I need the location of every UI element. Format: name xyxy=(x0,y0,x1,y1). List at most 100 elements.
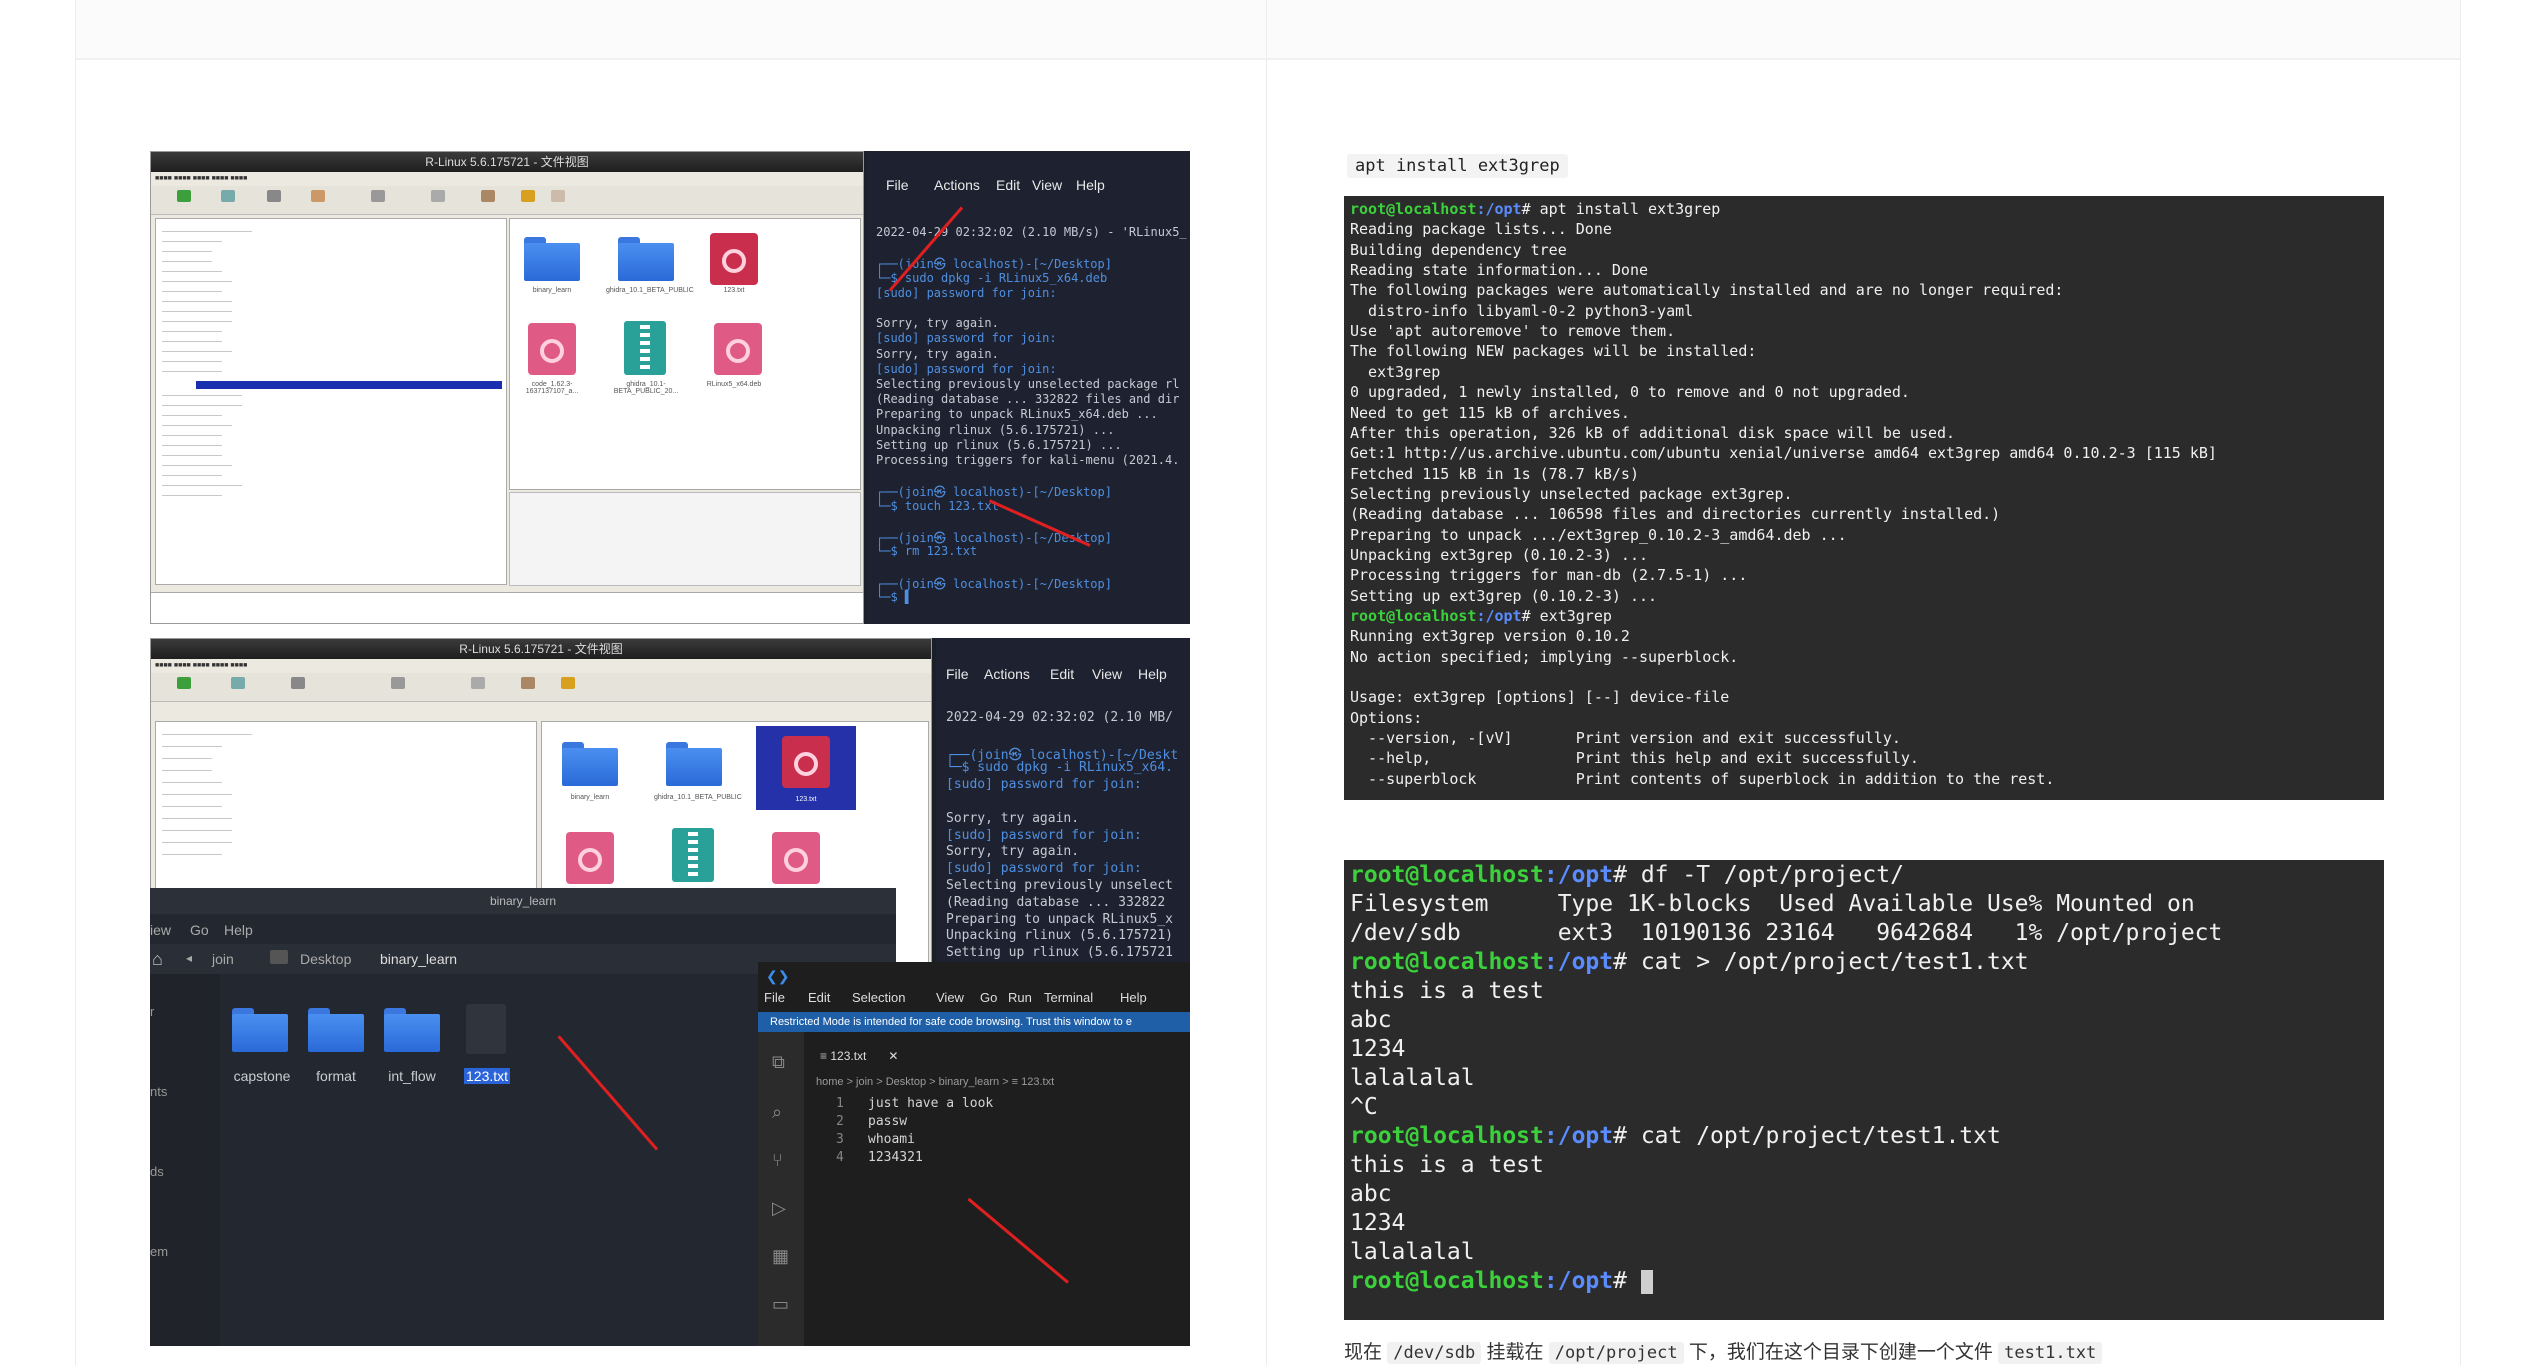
fm-item-capstone[interactable]: capstone xyxy=(222,1068,302,1084)
terminal-line: [sudo] password for join: xyxy=(946,777,1142,793)
terminal-line: abc xyxy=(1350,1007,1392,1033)
code-line: passw xyxy=(868,1114,908,1129)
crumb-desktop[interactable]: Desktop xyxy=(300,951,351,967)
terminal-line: After this operation, 326 kB of addition… xyxy=(1350,423,1956,442)
crumb-binary-learn[interactable]: binary_learn xyxy=(380,951,457,967)
terminal-line: lalalalal xyxy=(1350,1065,1475,1091)
terminal-line: └─$ rm 123.txt xyxy=(876,544,978,559)
vscode-menu-item[interactable]: Run xyxy=(1008,990,1032,1005)
right-border xyxy=(2460,0,2461,1365)
terminal-line: root@localhost:/opt# apt install ext3gre… xyxy=(1350,200,1721,218)
vscode-menu-item[interactable]: Terminal xyxy=(1044,990,1093,1005)
package-icon[interactable] xyxy=(714,323,762,375)
crumb-join[interactable]: join xyxy=(212,951,234,967)
vscode-menu-item[interactable]: Selection xyxy=(852,990,905,1005)
terminal-line: Sorry, try again. xyxy=(876,316,999,331)
folder-icon[interactable] xyxy=(562,742,618,786)
sidebar-item[interactable]: em xyxy=(150,1244,168,1259)
search-icon[interactable]: ⌕ xyxy=(772,1102,782,1123)
term-menu-edit[interactable]: Edit xyxy=(996,177,1020,193)
terminal-line: Processing triggers for man-db (2.7.5-1)… xyxy=(1350,566,1748,585)
zip-icon[interactable] xyxy=(624,321,666,375)
terminal-line: lalalalal xyxy=(1350,1239,1475,1265)
terminal-line: Selecting previously unselected package … xyxy=(876,377,1180,391)
vscode-menu-item[interactable]: File xyxy=(764,990,785,1005)
left-border xyxy=(75,0,76,1365)
terminal-line: 2022-04-29 02:32:02 (2.10 MB/s) - 'RLinu… xyxy=(876,225,1187,239)
terminal-line: (Reading database ... 332822 xyxy=(946,894,1166,910)
term-menu-file[interactable]: File xyxy=(886,177,909,193)
term2-menu-edit[interactable]: Edit xyxy=(1050,666,1074,682)
extensions-icon[interactable]: ▦ xyxy=(772,1246,789,1267)
caption-text: 现在 /dev/sdb 挂载在 /opt/project 下，我们在这个目录下创… xyxy=(1344,1337,2103,1364)
editor-tab[interactable]: ≡ 123.txt ✕ xyxy=(812,1044,922,1068)
terminal-line: abc xyxy=(1350,1181,1392,1207)
package-icon[interactable] xyxy=(528,323,576,375)
terminal-line: root@localhost:/opt# xyxy=(1350,1268,1653,1294)
screenshot-filemanager-vscode: R-Linux 5.6.175721 - 文件视图 ■■■■ ■■■■ ■■■■… xyxy=(150,638,1190,1346)
term2-menu-help[interactable]: Help xyxy=(1138,666,1167,682)
code-line: 1234321 xyxy=(868,1150,923,1165)
run-debug-icon[interactable]: ▷ xyxy=(772,1198,786,1219)
terminal-line: Sorry, try again. xyxy=(946,810,1080,826)
terminal-line: root@localhost:/opt# cat > /opt/project/… xyxy=(1350,949,2029,975)
zip-icon[interactable] xyxy=(672,828,714,882)
package-icon[interactable] xyxy=(566,832,614,884)
vscode-menu-item[interactable]: Help xyxy=(1120,990,1147,1005)
fm-menu-view[interactable]: iew xyxy=(150,922,171,938)
remote-icon[interactable]: ▭ xyxy=(772,1294,789,1315)
fm-item-int-flow[interactable]: int_flow xyxy=(372,1068,452,1084)
terminal-line: --version, -[vV] Print version and exit … xyxy=(1350,729,1901,748)
tree-selected-row[interactable] xyxy=(196,381,502,389)
terminal-line: Options: xyxy=(1350,708,1423,727)
package-icon[interactable] xyxy=(772,832,820,884)
home-icon[interactable]: ⌂ xyxy=(152,949,163,970)
sidebar-item[interactable]: r xyxy=(150,1004,154,1019)
file-label: ghidra_10.1_BETA_PUBLIC xyxy=(654,794,742,801)
fm-item-format[interactable]: format xyxy=(296,1068,376,1084)
fm-menu-help[interactable]: Help xyxy=(224,922,253,938)
column-divider xyxy=(1266,0,1267,1365)
editor-breadcrumb[interactable]: home > join > Desktop > binary_learn > ≡… xyxy=(816,1076,1054,1088)
vscode-menu-item[interactable]: Go xyxy=(980,990,997,1005)
explorer-icon[interactable]: ⧉ xyxy=(772,1052,785,1073)
vscode-menu-item[interactable]: View xyxy=(936,990,964,1005)
vscode-menu-item[interactable]: Edit xyxy=(808,990,830,1005)
term2-menu-file[interactable]: File xyxy=(946,666,969,682)
text-file-icon[interactable] xyxy=(466,1004,506,1054)
terminal-line: └─$ ▌ xyxy=(876,589,913,604)
terminal-line: (Reading database ... 332822 files and d… xyxy=(876,392,1180,407)
folder-icon[interactable] xyxy=(232,1008,288,1052)
source-control-icon[interactable]: ⑂ xyxy=(772,1150,783,1171)
term-menu-view[interactable]: View xyxy=(1032,177,1062,193)
deb-file-icon[interactable] xyxy=(710,233,758,285)
terminal-line: [sudo] password for join: xyxy=(876,331,1057,346)
terminal-line: root@localhost:/opt# cat /opt/project/te… xyxy=(1350,1123,2001,1149)
term-menu-actions[interactable]: Actions xyxy=(934,177,980,193)
terminal-line: Fetched 115 kB in 1s (78.7 kB/s) xyxy=(1350,464,1639,483)
rlinux-toolbar-2 xyxy=(151,673,931,702)
folder-icon[interactable] xyxy=(524,237,580,281)
terminal-line: [sudo] password for join: xyxy=(946,827,1142,843)
sidebar-item[interactable]: ds xyxy=(150,1164,164,1179)
fm-item-123txt[interactable]: 123.txt xyxy=(464,1068,511,1084)
kali-terminal: File Actions Edit View Help 2022-04-29 0… xyxy=(866,151,1190,624)
folder-icon[interactable] xyxy=(308,1008,364,1052)
sidebar-item[interactable]: nts xyxy=(150,1084,167,1099)
terminal-line: --superblock Print contents of superbloc… xyxy=(1350,769,2055,788)
folder-icon[interactable] xyxy=(384,1008,440,1052)
term-menu-help[interactable]: Help xyxy=(1076,177,1105,193)
folder-icon[interactable] xyxy=(666,742,722,786)
terminal-line: ext3grep xyxy=(1350,362,1441,381)
screenshot-rlinux-terminal: R-Linux 5.6.175721 - 文件视图 ■■■■ ■■■■ ■■■■… xyxy=(150,151,1190,624)
file-label: binary_learn xyxy=(532,287,572,294)
folder-icon[interactable] xyxy=(618,237,674,281)
fm-title: binary_learn xyxy=(150,888,896,914)
fm-menu-go[interactable]: Go xyxy=(190,922,209,938)
restricted-mode-banner[interactable]: Restricted Mode is intended for safe cod… xyxy=(758,1012,1190,1032)
term2-menu-view[interactable]: View xyxy=(1092,666,1122,682)
back-icon[interactable]: ◂ xyxy=(186,951,192,965)
kali-terminal-2: File Actions Edit View Help 2022-04-29 0… xyxy=(936,638,1190,998)
term2-menu-actions[interactable]: Actions xyxy=(984,666,1030,682)
selected-file[interactable]: 123.txt xyxy=(756,726,856,810)
